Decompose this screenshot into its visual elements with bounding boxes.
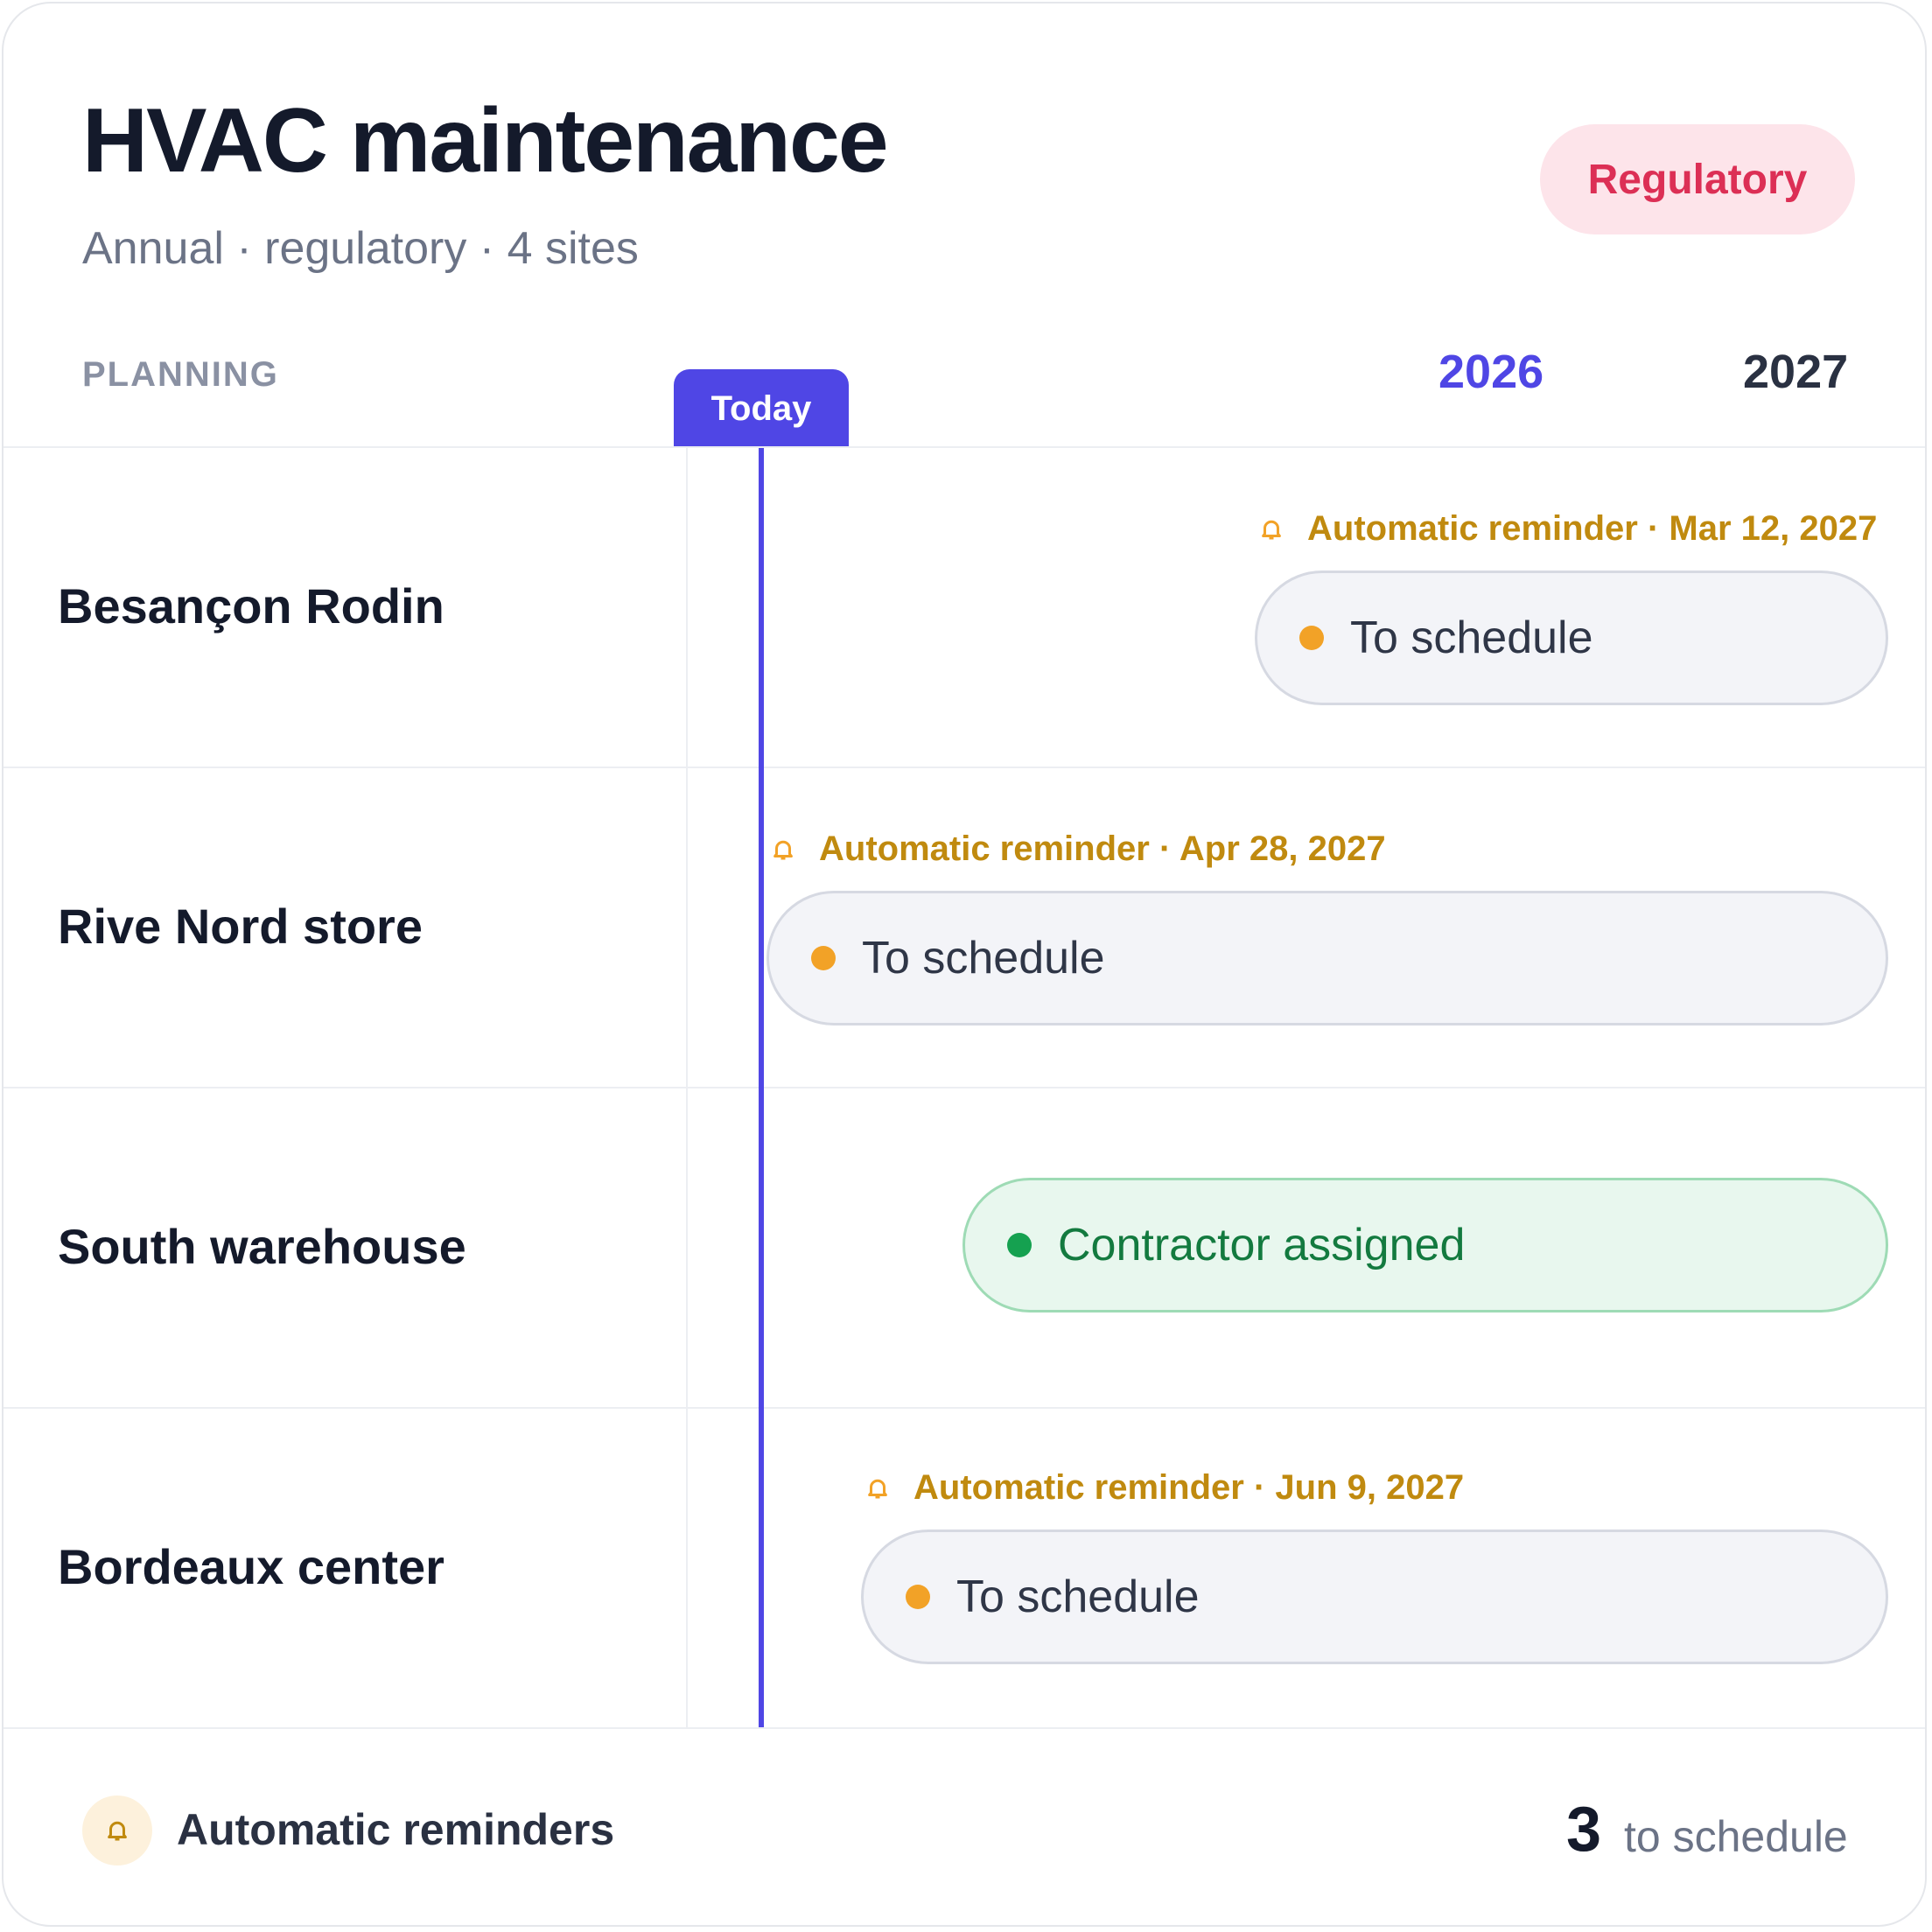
today-marker: Today bbox=[674, 369, 849, 448]
status-dot bbox=[811, 946, 836, 970]
divider bbox=[4, 1407, 1925, 1409]
status-label: To schedule bbox=[862, 933, 1105, 984]
reminder-text: Automatic reminder · Apr 28, 2027 bbox=[819, 830, 1386, 868]
schedule-bar[interactable]: To schedule bbox=[766, 891, 1888, 1026]
site-name: Besançon Rodin bbox=[58, 578, 444, 634]
status-dot bbox=[1299, 626, 1324, 650]
reminder-text: Automatic reminder · Mar 12, 2027 bbox=[1307, 509, 1878, 548]
site-name: Bordeaux center bbox=[58, 1539, 444, 1594]
status-dot bbox=[906, 1585, 930, 1609]
page-title: HVAC maintenance bbox=[82, 90, 889, 192]
schedule-bar[interactable]: To schedule bbox=[1255, 570, 1888, 705]
reminder-note: Automatic reminder · Apr 28, 2027 bbox=[770, 830, 1386, 869]
to-schedule-count: 3 bbox=[1566, 1795, 1602, 1865]
reminders-label: Automatic reminders bbox=[177, 1805, 615, 1854]
status-label: To schedule bbox=[1350, 612, 1593, 663]
divider bbox=[4, 766, 1925, 768]
reminder-note: Automatic reminder · Mar 12, 2027 bbox=[1258, 509, 1877, 549]
to-schedule-label: to schedule bbox=[1624, 1812, 1848, 1861]
schedule-bar[interactable]: To schedule bbox=[861, 1530, 1888, 1664]
reminder-note: Automatic reminder · Jun 9, 2027 bbox=[864, 1468, 1464, 1508]
reminders-icon-badge bbox=[82, 1796, 152, 1866]
year-2026[interactable]: 2026 bbox=[1438, 345, 1544, 399]
regulatory-badge[interactable]: Regulatory bbox=[1540, 124, 1855, 234]
page-subtitle: Annual · regulatory · 4 sites bbox=[82, 223, 639, 274]
status-label: Contractor assigned bbox=[1058, 1220, 1466, 1270]
column-divider bbox=[686, 448, 688, 1727]
divider bbox=[4, 1727, 1925, 1729]
today-line bbox=[759, 448, 764, 1727]
divider bbox=[4, 446, 1925, 448]
bell-icon bbox=[868, 1479, 887, 1498]
site-name: Rive Nord store bbox=[58, 899, 423, 954]
planning-label: PLANNING bbox=[82, 355, 279, 394]
bell-icon bbox=[1262, 520, 1281, 539]
reminder-text: Automatic reminder · Jun 9, 2027 bbox=[914, 1468, 1465, 1507]
status-label: To schedule bbox=[956, 1572, 1200, 1622]
bell-icon bbox=[774, 840, 793, 859]
bell-icon bbox=[108, 1821, 127, 1841]
assigned-bar[interactable]: Contractor assigned bbox=[962, 1178, 1888, 1312]
status-dot bbox=[1007, 1233, 1032, 1257]
divider bbox=[4, 1087, 1925, 1088]
maintenance-card: HVAC maintenance Annual · regulatory · 4… bbox=[2, 2, 1927, 1927]
site-name: South warehouse bbox=[58, 1219, 466, 1274]
year-2027[interactable]: 2027 bbox=[1743, 345, 1848, 399]
